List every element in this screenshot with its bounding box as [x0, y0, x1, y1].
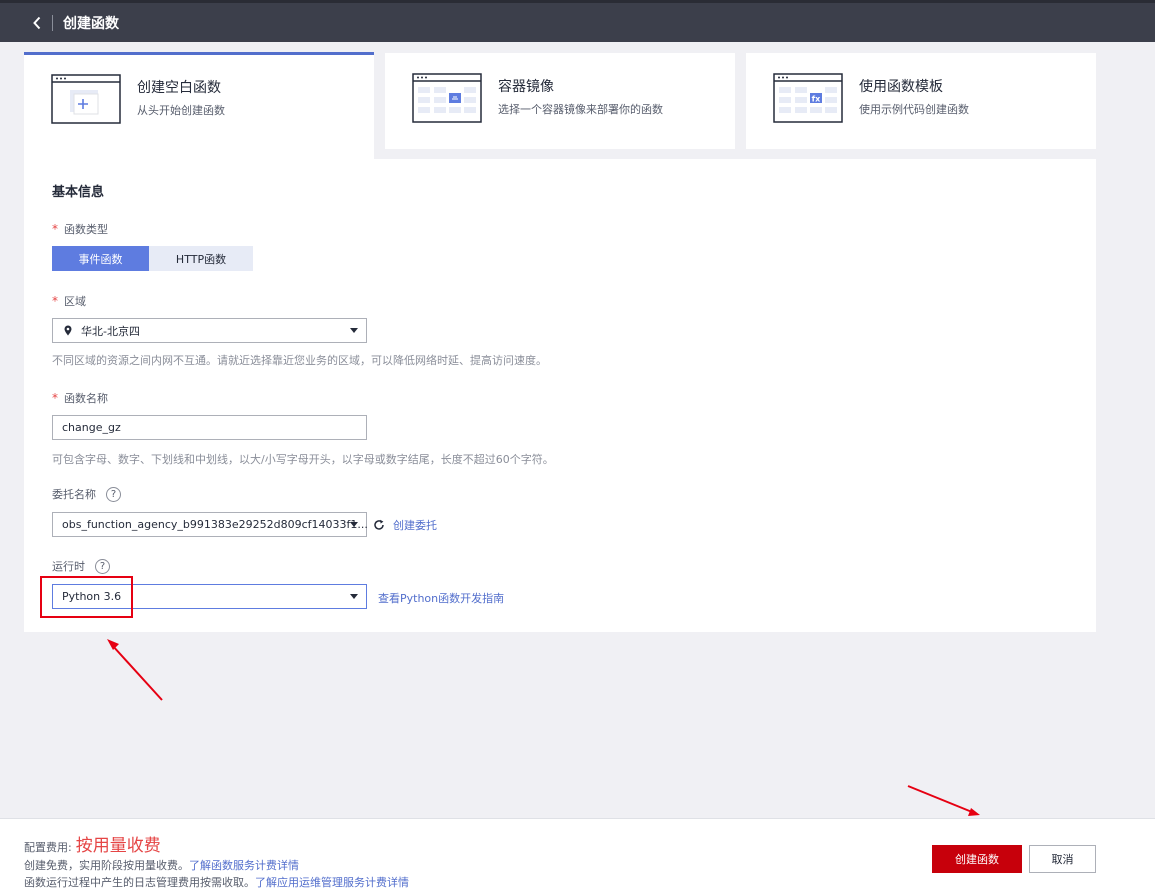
agency-select[interactable]: obs_function_agency_b991383e29252d809cf1… [52, 512, 368, 537]
region-select[interactable]: 华北-北京四 [52, 318, 367, 343]
refresh-icon[interactable] [373, 519, 385, 531]
function-type-label: * 函数类型 [52, 221, 108, 237]
page-title: 创建函数 [63, 15, 119, 32]
annotation-arrow-create [907, 785, 973, 813]
footer-bar: 配置费用: 按用量收费 创建免费，实用阶段按用量收费。了解函数服务计费详情 函数… [0, 818, 1155, 890]
option-event-function[interactable]: 事件函数 [52, 246, 149, 271]
python-guide-link[interactable]: 查看Python函数开发指南 [378, 590, 504, 606]
mode-card-desc: 使用示例代码创建函数 [859, 103, 969, 116]
annotation-arrow-runtime [111, 644, 163, 701]
chevron-down-icon [350, 328, 358, 333]
mode-card-desc: 从头开始创建函数 [137, 104, 225, 117]
chevron-down-icon [350, 522, 358, 527]
function-name-label-text: 函数名称 [64, 392, 108, 405]
create-agency-group: 创建委托 [373, 517, 437, 533]
function-name-input[interactable] [52, 415, 367, 440]
mode-card-container-image[interactable]: 容器镜像 选择一个容器镜像来部署你的函数 [385, 53, 735, 149]
option-http-function[interactable]: HTTP函数 [149, 246, 253, 271]
mode-card-title: 创建空白函数 [137, 80, 221, 96]
function-type-selector: 事件函数 HTTP函数 [52, 246, 253, 271]
help-icon[interactable]: ? [106, 486, 121, 502]
function-name-hint: 可包含字母、数字、下划线和中划线，以大/小写字母开头，以字母或数字结尾，长度不超… [52, 453, 554, 466]
annotation-arrowhead-create [968, 808, 980, 816]
container-image-icon [412, 73, 482, 123]
runtime-label-text: 运行时 [52, 560, 85, 573]
fee-line-1-text: 创建免费，实用阶段按用量收费。 [24, 859, 189, 872]
mode-card-title: 容器镜像 [498, 79, 554, 95]
region-label: * 区域 [52, 293, 86, 309]
fee-row: 配置费用: 按用量收费 [24, 831, 161, 856]
runtime-label: 运行时 ? [52, 558, 110, 574]
back-button[interactable] [26, 12, 48, 34]
region-label-text: 区域 [64, 295, 86, 308]
cancel-button[interactable]: 取消 [1029, 845, 1096, 873]
agency-value: obs_function_agency_b991383e29252d809cf1… [62, 518, 368, 531]
fee-line-1: 创建免费，实用阶段按用量收费。了解函数服务计费详情 [24, 857, 299, 873]
fee-line-2: 函数运行过程中产生的日志管理费用按需收取。了解应用运维管理服务计费详情 [24, 874, 409, 890]
aom-billing-link[interactable]: 了解应用运维管理服务计费详情 [255, 876, 409, 889]
fee-value: 按用量收费 [75, 836, 161, 856]
annotation-highlight-runtime [40, 576, 133, 618]
mode-card-desc: 选择一个容器镜像来部署你的函数 [498, 103, 663, 116]
agency-label-text: 委托名称 [52, 488, 96, 501]
blank-function-icon [51, 74, 121, 124]
chevron-down-icon [350, 594, 358, 599]
mode-card-title: 使用函数模板 [859, 79, 943, 95]
region-value: 华北-北京四 [81, 324, 140, 338]
mode-card-function-template[interactable]: fx 使用函数模板 使用示例代码创建函数 [746, 53, 1096, 149]
required-mark: * [52, 391, 58, 405]
top-bar: 创建函数 [0, 0, 1155, 42]
region-hint: 不同区域的资源之间内网不互通。请就近选择靠近您业务的区域，可以降低网络时延、提高… [52, 354, 547, 367]
basic-info-panel: 基本信息 * 函数类型 事件函数 HTTP函数 * 区域 华北-北京四 不同区域… [24, 159, 1096, 632]
create-function-button[interactable]: 创建函数 [932, 845, 1022, 873]
location-pin-icon [64, 325, 72, 336]
required-mark: * [52, 222, 58, 236]
function-billing-link[interactable]: 了解函数服务计费详情 [189, 859, 299, 872]
title-divider [52, 14, 53, 31]
create-agency-link[interactable]: 创建委托 [393, 517, 437, 533]
function-template-icon: fx [773, 73, 843, 123]
svg-text:fx: fx [812, 95, 821, 104]
fee-line-2-text: 函数运行过程中产生的日志管理费用按需收取。 [24, 876, 255, 889]
agency-label: 委托名称 ? [52, 486, 121, 502]
function-type-label-text: 函数类型 [64, 223, 108, 236]
function-name-label: * 函数名称 [52, 390, 108, 406]
annotation-arrowhead-runtime [107, 639, 119, 650]
mode-card-blank-function[interactable]: 创建空白函数 从头开始创建函数 [24, 52, 374, 160]
required-mark: * [52, 294, 58, 308]
help-icon[interactable]: ? [95, 558, 110, 574]
section-title: 基本信息 [52, 185, 105, 200]
fee-label: 配置费用: [24, 841, 72, 854]
chevron-left-icon [33, 16, 41, 29]
